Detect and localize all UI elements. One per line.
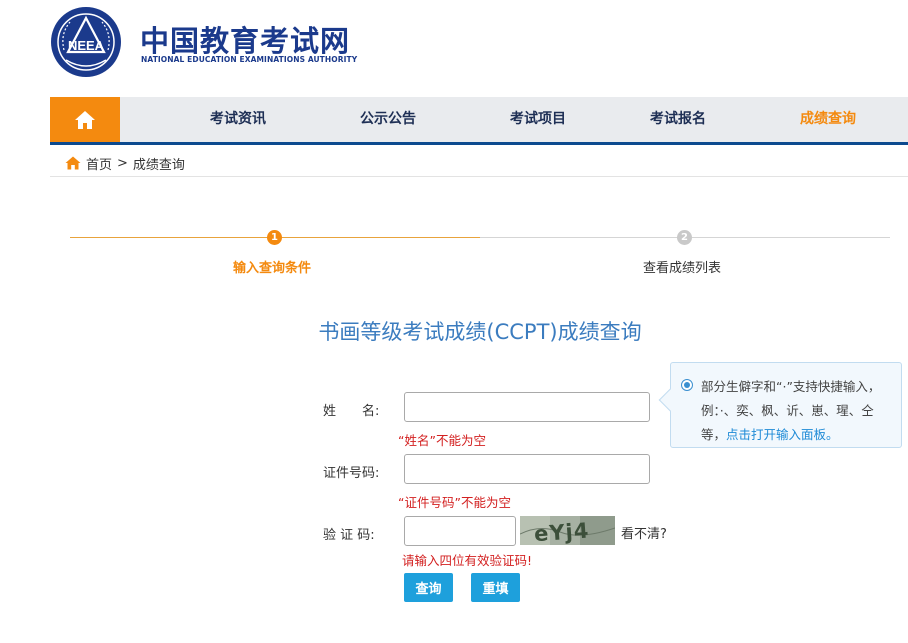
nav-item-score-query[interactable]: 成绩查询 — [800, 97, 856, 142]
home-icon — [75, 110, 95, 129]
breadcrumb-separator: > — [117, 155, 128, 171]
nav-item-exam-projects[interactable]: 考试项目 — [510, 97, 566, 142]
site-header: NEEA 中国教育考试网 NATIONAL EDUCATION EXAMINAT… — [50, 6, 370, 82]
open-input-panel-link[interactable]: 点击打开输入面板。 — [726, 427, 839, 442]
captcha-label: 验 证 码: — [323, 528, 375, 543]
name-label: 姓 名: — [323, 404, 380, 419]
name-input[interactable] — [404, 392, 650, 422]
site-title[interactable]: 中国教育考试网 — [140, 18, 350, 60]
refresh-captcha-link[interactable]: 看不清? — [621, 523, 667, 542]
breadcrumb-current: 成绩查询 — [132, 157, 185, 173]
nav-home-button[interactable] — [50, 97, 120, 142]
id-number-error: “证件号码”不能为空 — [398, 495, 511, 510]
site-subtitle: NATIONAL EDUCATION EXAMINATIONS AUTHORIT… — [141, 55, 358, 64]
nav-item-exam-registration[interactable]: 考试报名 — [650, 97, 706, 142]
neea-logo[interactable]: NEEA — [50, 6, 122, 78]
name-error: “姓名”不能为空 — [398, 433, 486, 448]
form-title: 书画等级考试成绩(CCPT)成绩查询 — [318, 320, 642, 344]
step-2-marker: 2 — [677, 230, 692, 245]
main-nav: 考试资讯 公示公告 考试项目 考试报名 成绩查询 — [50, 97, 908, 145]
reset-button[interactable]: 重填 — [471, 573, 520, 602]
id-number-input[interactable] — [404, 454, 650, 484]
captcha-input[interactable] — [404, 516, 516, 546]
captcha-error: 请输入四位有效验证码! — [402, 553, 533, 568]
captcha-text: eYj4 — [533, 518, 590, 545]
tip-text: 部分生僻字和“·”支持快捷输入，例：·、奕、枫、䜣、崽、瑆、仝等，点击打开输入面… — [701, 375, 897, 447]
tip-pointer — [658, 388, 682, 412]
step-1-marker: 1 — [267, 230, 282, 245]
step-1-label: 输入查询条件 — [233, 261, 312, 276]
input-tip-box: 部分生僻字和“·”支持快捷输入，例：·、奕、枫、䜣、崽、瑆、仝等，点击打开输入面… — [658, 362, 902, 448]
logo-text: NEEA — [68, 38, 105, 53]
nav-item-announcements[interactable]: 公示公告 — [360, 97, 416, 142]
breadcrumb-home-icon — [65, 156, 81, 170]
tip-radio-icon — [681, 379, 693, 391]
breadcrumb-home-link[interactable]: 首页 — [86, 154, 112, 173]
step-2-label: 查看成绩列表 — [643, 261, 722, 276]
nav-item-exam-news[interactable]: 考试资讯 — [210, 97, 266, 142]
submit-query-button[interactable]: 查询 — [404, 573, 453, 602]
id-number-label: 证件号码: — [323, 466, 380, 481]
captcha-image[interactable]: eYj4 — [520, 516, 615, 545]
breadcrumb: 首页 > 成绩查询 — [50, 150, 908, 177]
